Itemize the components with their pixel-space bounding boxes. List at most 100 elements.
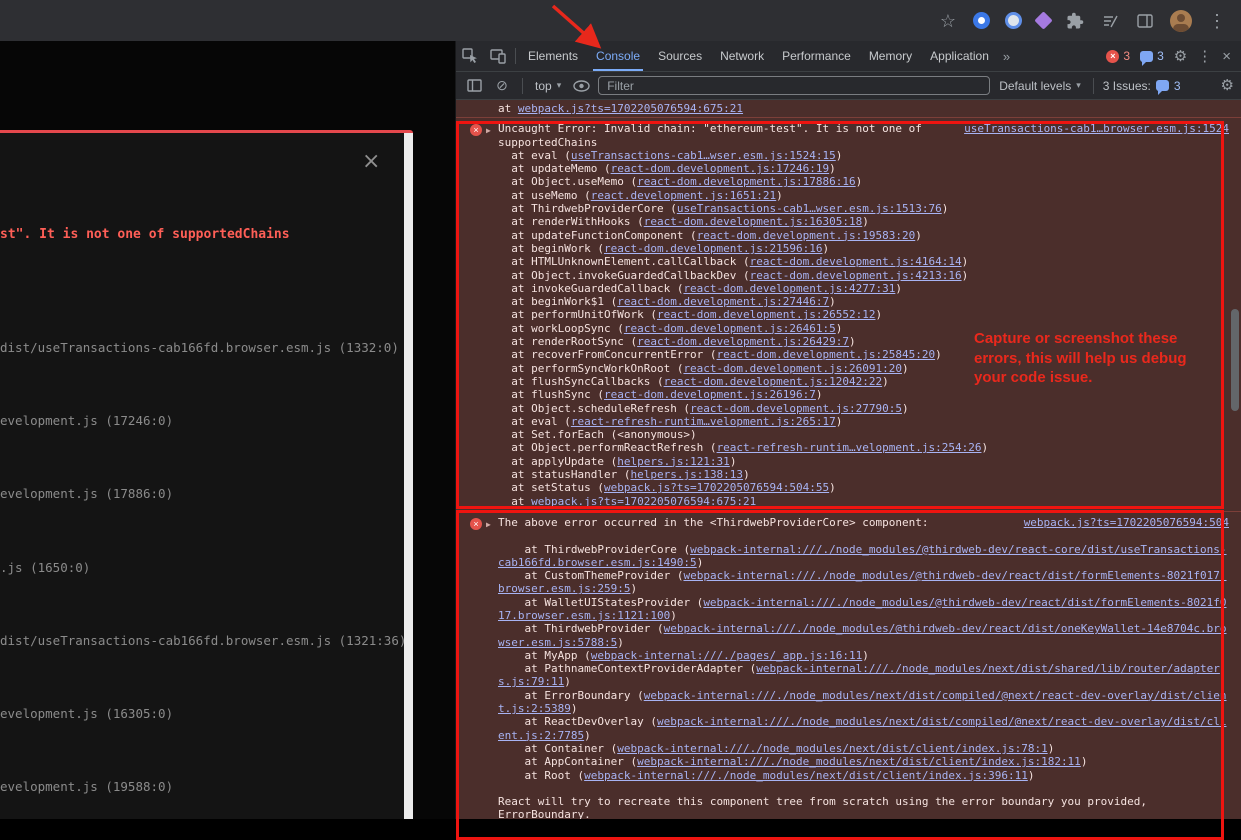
javascript-context-selector[interactable]: top ▾ xyxy=(532,79,564,93)
source-link[interactable]: react-refresh-runtim…velopment.js:265:17 xyxy=(571,415,836,428)
extensions-puzzle-icon[interactable] xyxy=(1065,11,1085,31)
source-link[interactable]: helpers.js:138:13 xyxy=(630,468,743,481)
extension-diamond-icon[interactable] xyxy=(1034,11,1052,29)
source-link[interactable]: webpack-internal:///./node_modules/next/… xyxy=(498,715,1227,741)
source-link[interactable]: react.development.js:1651:21 xyxy=(591,189,776,202)
source-link[interactable]: webpack.js?ts=1702205076594:504:55 xyxy=(604,481,829,494)
stack-frame: at MyApp (webpack-internal:///./pages/_a… xyxy=(498,649,1229,662)
stack-frame: at renderRootSync (react-dom.development… xyxy=(498,335,1229,348)
tab-performance[interactable]: Performance xyxy=(773,41,860,71)
source-link[interactable]: helpers.js:121:31 xyxy=(617,455,730,468)
source-link[interactable]: react-dom.development.js:25845:20 xyxy=(717,348,936,361)
source-link[interactable]: useTransactions-cab1…wser.esm.js:1513:76 xyxy=(677,202,942,215)
console-sidebar-toggle-icon[interactable] xyxy=(463,75,485,97)
devtools-settings-gear-icon[interactable]: ⚙ xyxy=(1174,49,1187,64)
error-footer: React will try to recreate this componen… xyxy=(498,795,1229,819)
stack-frame: at AppContainer (webpack-internal:///./n… xyxy=(498,755,1229,768)
source-link[interactable]: react-dom.development.js:19583:20 xyxy=(697,229,916,242)
device-toolbar-icon[interactable] xyxy=(484,41,512,71)
console-scrollbar-thumb[interactable] xyxy=(1231,309,1239,411)
console-message-tail: at webpack.js?ts=1702205076594:675:21 xyxy=(456,100,1241,117)
console-error-2: ×▶webpack.js?ts=1702205076594:504The abo… xyxy=(456,511,1241,819)
source-link[interactable]: webpack-internal:///./node_modules/next/… xyxy=(617,742,1047,755)
source-link[interactable]: webpack-internal:///./node_modules/next/… xyxy=(498,689,1227,715)
stack-frame: at recoverFromConcurrentError (react-dom… xyxy=(498,348,1229,361)
stack-frame: at beginWork$1 (react-dom.development.js… xyxy=(498,295,1229,308)
overlay-scrollbar[interactable] xyxy=(404,133,413,819)
source-link[interactable]: webpack-internal:///./node_modules/@thir… xyxy=(498,543,1227,569)
source-link[interactable]: react-dom.development.js:27446:7 xyxy=(617,295,829,308)
source-link[interactable]: react-dom.development.js:26091:20 xyxy=(683,362,902,375)
stack-frame: at performUnitOfWork (react-dom.developm… xyxy=(498,308,1229,321)
inspect-element-icon[interactable] xyxy=(456,41,484,71)
source-link[interactable]: react-dom.development.js:12042:22 xyxy=(664,375,883,388)
source-link[interactable]: react-dom.development.js:4213:16 xyxy=(750,269,962,282)
overlay-stack-line: evelopment.js (17246:0) xyxy=(0,413,404,486)
extension-ring-icon[interactable] xyxy=(1005,12,1022,29)
source-link[interactable]: webpack-internal:///./node_modules/@thir… xyxy=(498,596,1227,622)
tab-application[interactable]: Application xyxy=(921,41,998,71)
source-link[interactable]: webpack.js?ts=1702205076594:675:21 xyxy=(531,495,756,508)
caret-down-icon: ▾ xyxy=(557,80,562,91)
tab-sources[interactable]: Sources xyxy=(649,41,711,71)
source-link[interactable]: react-dom.development.js:27790:5 xyxy=(690,402,902,415)
issues-button[interactable]: 3 Issues: 3 xyxy=(1103,79,1181,93)
source-link[interactable]: react-dom.development.js:26196:7 xyxy=(604,388,816,401)
tab-network[interactable]: Network xyxy=(711,41,773,71)
stack-frame: at eval (useTransactions-cab1…wser.esm.j… xyxy=(498,149,1229,162)
source-link[interactable]: useTransactions-cab1…wser.esm.js:1524:15 xyxy=(571,149,836,162)
devtools-close-icon[interactable]: × xyxy=(1222,49,1231,64)
source-link[interactable]: react-dom.development.js:16305:18 xyxy=(644,215,863,228)
source-link[interactable]: webpack-internal:///./node_modules/next/… xyxy=(498,662,1220,688)
stack-frame: at Object.useMemo (react-dom.development… xyxy=(498,175,1229,188)
source-link[interactable]: webpack-internal:///./node_modules/@thir… xyxy=(498,569,1227,595)
reading-list-icon[interactable] xyxy=(1100,11,1120,31)
overlay-close-icon[interactable]: × xyxy=(362,151,380,173)
console-settings-gear-icon[interactable]: ⚙ xyxy=(1221,78,1234,93)
more-tabs-icon[interactable]: » xyxy=(998,49,1015,64)
clear-console-icon[interactable]: ⊘ xyxy=(491,75,513,97)
bookmark-star-icon[interactable]: ☆ xyxy=(938,11,958,31)
source-link[interactable]: webpack.js?ts=1702205076594:675:21 xyxy=(518,102,743,115)
extension-blue-circle-icon[interactable] xyxy=(973,12,990,29)
tab-elements[interactable]: Elements xyxy=(519,41,587,71)
browser-menu-icon[interactable]: ⋮ xyxy=(1207,11,1227,31)
stack-frame: at updateFunctionComponent (react-dom.de… xyxy=(498,229,1229,242)
stack-frame: at ReactDevOverlay (webpack-internal:///… xyxy=(498,715,1229,742)
source-link[interactable]: react-dom.development.js:26429:7 xyxy=(637,335,849,348)
source-link[interactable]: react-dom.development.js:26552:12 xyxy=(657,308,876,321)
issues-count-badge[interactable]: 3 xyxy=(1140,49,1164,63)
source-link[interactable]: react-dom.development.js:17246:19 xyxy=(611,162,830,175)
profile-avatar[interactable] xyxy=(1170,10,1192,32)
source-link[interactable]: webpack-internal:///./node_modules/next/… xyxy=(584,769,1028,782)
source-link[interactable]: react-refresh-runtim…velopment.js:254:26 xyxy=(717,441,982,454)
stack-frame: at invokeGuardedCallback (react-dom.deve… xyxy=(498,282,1229,295)
source-link[interactable]: react-dom.development.js:4164:14 xyxy=(750,255,962,268)
stack-frame: at webpack.js?ts=1702205076594:675:21 xyxy=(498,495,1229,508)
stack-frame: at applyUpdate (helpers.js:121:31) xyxy=(498,455,1229,468)
spacer xyxy=(498,529,1229,542)
source-link[interactable]: react-dom.development.js:4277:31 xyxy=(683,282,895,295)
live-expression-eye-icon[interactable] xyxy=(570,75,592,97)
source-link[interactable]: react-dom.development.js:21596:16 xyxy=(604,242,823,255)
source-link[interactable]: react-dom.development.js:26461:5 xyxy=(624,322,836,335)
stack-frame: at beginWork (react-dom.development.js:2… xyxy=(498,242,1229,255)
stack-frame: at flushSyncCallbacks (react-dom.develop… xyxy=(498,375,1229,388)
source-link[interactable]: webpack-internal:///./node_modules/next/… xyxy=(637,755,1081,768)
devtools-menu-icon[interactable]: ⋮ xyxy=(1197,49,1212,64)
expand-triangle-icon[interactable]: ▶ xyxy=(486,518,491,531)
side-panel-icon[interactable] xyxy=(1135,11,1155,31)
stack-frame: at Object.invokeGuardedCallbackDev (reac… xyxy=(498,269,1229,282)
source-link[interactable]: react-dom.development.js:17886:16 xyxy=(637,175,856,188)
source-link[interactable]: webpack.js?ts=1702205076594:504 xyxy=(1024,516,1229,529)
filter-input[interactable] xyxy=(598,76,990,95)
expand-triangle-icon[interactable]: ▶ xyxy=(486,124,491,137)
error-count-badge[interactable]: × 3 xyxy=(1106,49,1130,63)
tab-console[interactable]: Console xyxy=(587,41,649,71)
source-link[interactable]: webpack-internal:///./pages/_app.js:16:1… xyxy=(591,649,863,662)
error-circle-icon: × xyxy=(1106,50,1119,63)
source-link[interactable]: useTransactions-cab1…browser.esm.js:1524 xyxy=(964,122,1229,135)
tab-memory[interactable]: Memory xyxy=(860,41,921,71)
source-link[interactable]: webpack-internal:///./node_modules/@thir… xyxy=(498,622,1227,648)
log-levels-select[interactable]: Default levels ▾ xyxy=(996,79,1084,93)
